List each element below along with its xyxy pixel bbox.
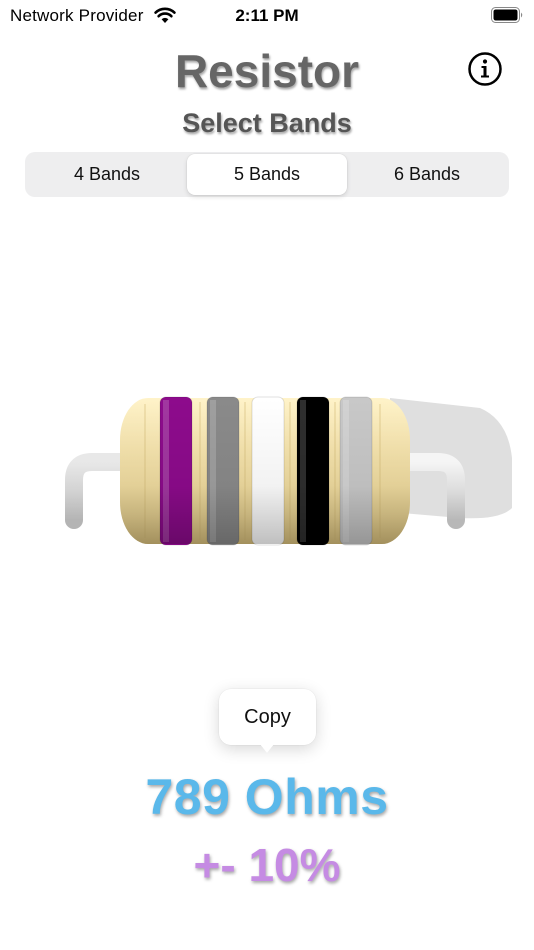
segment-4-bands[interactable]: 4 Bands (27, 154, 187, 195)
band-count-selector: 4 Bands 5 Bands 6 Bands (25, 152, 509, 197)
status-bar: Network Provider 2:11 PM (0, 0, 534, 32)
info-button[interactable] (467, 51, 503, 87)
page-title: Resistor (174, 45, 360, 97)
segment-5-bands[interactable]: 5 Bands (187, 154, 347, 195)
battery-icon (491, 7, 524, 23)
copy-label: Copy (244, 705, 291, 728)
clock: 2:11 PM (235, 6, 299, 25)
segment-6-bands[interactable]: 6 Bands (347, 154, 507, 195)
copy-menu-button[interactable]: Copy (219, 689, 316, 745)
band-selector-label: Select Bands (182, 108, 352, 138)
callout-arrow (256, 739, 278, 753)
tolerance-value: +- 10% (193, 839, 341, 891)
resistance-value[interactable]: 789 Ohms (0, 768, 534, 826)
info-icon (468, 52, 502, 86)
resistor-illustration (60, 380, 530, 570)
